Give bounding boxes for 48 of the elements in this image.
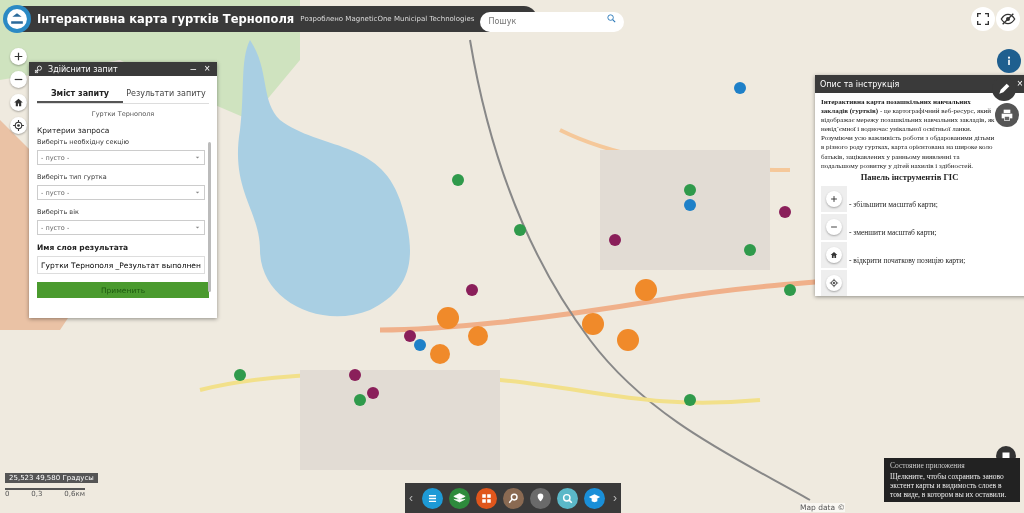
tab[interactable]: Зміст запиту <box>37 86 123 103</box>
map-marker[interactable] <box>468 326 488 346</box>
map-marker[interactable] <box>744 244 756 256</box>
map-marker[interactable] <box>234 369 246 381</box>
map-marker[interactable] <box>582 313 604 335</box>
map-marker[interactable] <box>354 394 366 406</box>
map-marker[interactable] <box>779 206 791 218</box>
search-icon[interactable] <box>606 13 618 24</box>
map-marker[interactable] <box>466 284 478 296</box>
panel-title: Здійснити запит <box>48 64 118 74</box>
map-marker[interactable] <box>367 387 379 399</box>
toolbar-cap-icon[interactable] <box>583 487 605 509</box>
map-marker[interactable] <box>684 199 696 211</box>
plus-icon <box>829 193 839 204</box>
close-button[interactable]: × <box>202 64 212 74</box>
map-marker[interactable] <box>684 184 696 196</box>
map-marker[interactable] <box>404 330 416 342</box>
map-marker[interactable] <box>684 394 696 406</box>
locate-icon <box>829 277 839 288</box>
map-marker[interactable] <box>349 369 361 381</box>
next-button[interactable]: › <box>609 491 621 505</box>
minimize-button[interactable]: – <box>188 64 199 74</box>
toolbar-search-icon[interactable] <box>556 487 578 509</box>
map-marker[interactable] <box>617 329 639 351</box>
map-marker[interactable] <box>514 224 526 236</box>
logo-icon <box>3 5 31 33</box>
map-marker[interactable] <box>784 284 796 296</box>
map-marker[interactable] <box>734 82 746 94</box>
toolbar-grid-icon[interactable] <box>475 487 497 509</box>
map-marker[interactable] <box>452 174 464 186</box>
toolbar-layers-icon[interactable] <box>448 487 470 509</box>
scrollbar[interactable] <box>208 142 211 292</box>
previous-button[interactable]: ‹ <box>405 491 417 505</box>
map-marker[interactable] <box>635 279 657 301</box>
toolbar-list-icon[interactable] <box>421 487 443 509</box>
toolbar-pin-icon[interactable] <box>529 487 551 509</box>
map-marker[interactable] <box>414 339 426 351</box>
app-title: Інтерактивна карта гуртків Тернополя <box>37 12 295 26</box>
close-button[interactable]: × <box>1017 79 1023 89</box>
tab[interactable]: Результати запиту <box>123 86 209 103</box>
map-marker[interactable] <box>437 307 459 329</box>
search-field[interactable]: Пошук <box>480 11 625 32</box>
query-icon <box>34 64 44 74</box>
map-marker[interactable] <box>430 344 450 364</box>
section-heading: Панель інструментів ГІС <box>859 171 960 183</box>
panel-title: Опис та інструкція <box>820 79 900 89</box>
toolbar-query-icon[interactable] <box>502 487 524 509</box>
map-marker[interactable] <box>609 234 621 246</box>
